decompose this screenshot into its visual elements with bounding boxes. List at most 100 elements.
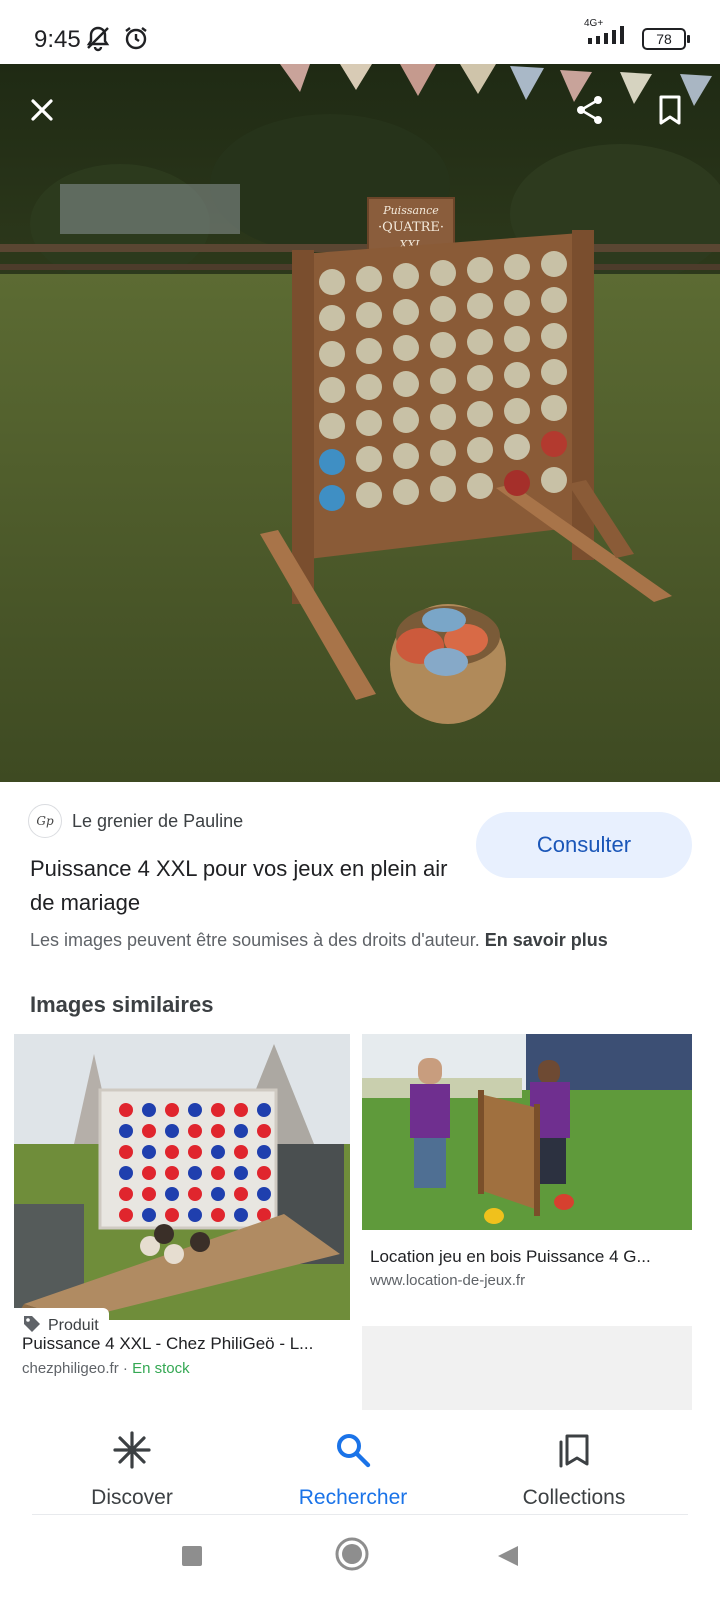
board-hole	[393, 263, 419, 289]
asterisk-icon	[112, 1430, 152, 1476]
board-hole	[467, 437, 493, 463]
board-dot	[257, 1187, 271, 1201]
board-hole	[467, 329, 493, 355]
board-dot	[142, 1187, 156, 1201]
board-hole	[356, 410, 382, 436]
board-dot	[211, 1103, 225, 1117]
board-hole	[467, 401, 493, 427]
board-dot	[211, 1187, 225, 1201]
board-dot	[188, 1145, 202, 1159]
similar-images-title: Images similaires	[30, 992, 214, 1017]
board-dot	[188, 1166, 202, 1180]
bottom-navigation: Discover Rechercher Collections	[0, 1410, 720, 1516]
board-hole	[430, 476, 456, 502]
share-button[interactable]	[566, 86, 614, 134]
board-hole	[319, 305, 345, 331]
board-dot	[165, 1145, 179, 1159]
board-hole	[430, 332, 456, 358]
board-dot	[142, 1103, 156, 1117]
board-hole	[356, 482, 382, 508]
board-dot	[234, 1145, 248, 1159]
alarm-icon	[122, 24, 150, 57]
home-button[interactable]	[334, 1536, 370, 1577]
board-hole	[393, 335, 419, 361]
nav-discover[interactable]: Discover	[32, 1430, 232, 1510]
similar-card-2-title[interactable]: Location jeu en bois Puissance 4 G...	[370, 1247, 690, 1267]
board-dot	[234, 1103, 248, 1117]
similar-image-2[interactable]	[362, 1034, 692, 1230]
source-link[interactable]: Gp Le grenier de Pauline	[28, 804, 243, 838]
board-hole	[541, 359, 567, 385]
share-icon	[574, 94, 606, 126]
board-dot	[165, 1124, 179, 1138]
search-icon	[333, 1430, 373, 1476]
board-dot	[119, 1103, 133, 1117]
nav-collections[interactable]: Collections	[474, 1430, 674, 1510]
nav-discover-label: Discover	[91, 1486, 173, 1509]
board-dot	[257, 1145, 271, 1159]
product-chip-label: Produit	[48, 1317, 99, 1334]
board-dot	[211, 1124, 225, 1138]
board-dot	[234, 1166, 248, 1180]
board-dot	[119, 1124, 133, 1138]
collections-icon	[554, 1430, 594, 1476]
board-hole	[541, 431, 567, 457]
recents-button[interactable]	[180, 1544, 204, 1573]
board-dot	[188, 1124, 202, 1138]
copyright-text: Les images peuvent être soumises à des d…	[30, 930, 485, 950]
board-dot	[142, 1208, 156, 1222]
back-button[interactable]	[496, 1544, 520, 1573]
board-hole	[430, 440, 456, 466]
board-hole	[393, 407, 419, 433]
nav-search-label: Rechercher	[298, 1486, 408, 1509]
similar-card-1-title[interactable]: Puissance 4 XXL - Chez PhiliGeö - L...	[22, 1334, 348, 1354]
board-hole	[504, 290, 530, 316]
consult-button[interactable]: Consulter	[476, 812, 692, 878]
board-hole	[430, 368, 456, 394]
board-dot	[119, 1208, 133, 1222]
board-hole	[319, 269, 345, 295]
source-name[interactable]: Le grenier de Pauline	[72, 811, 243, 832]
board-dot	[142, 1166, 156, 1180]
board-dot	[165, 1208, 179, 1222]
board-hole	[356, 266, 382, 292]
hero-image[interactable]: Puissance ·QUATRE· XXL	[0, 64, 720, 782]
nav-divider	[32, 1514, 688, 1515]
board-hole	[319, 377, 345, 403]
board-hole	[319, 449, 345, 475]
board-hole	[541, 251, 567, 277]
result-title[interactable]: Puissance 4 XXL pour vos jeux en plein a…	[30, 852, 460, 920]
board-hole	[393, 371, 419, 397]
nav-collections-label: Collections	[522, 1486, 626, 1509]
board-hole	[356, 338, 382, 364]
board-dot	[257, 1103, 271, 1117]
board-hole	[467, 473, 493, 499]
board-hole	[504, 326, 530, 352]
board-hole	[356, 374, 382, 400]
signal-icon: 4G+	[584, 18, 632, 53]
board-hole	[467, 365, 493, 391]
board-dot	[142, 1145, 156, 1159]
board-dot	[165, 1187, 179, 1201]
board-hole	[504, 254, 530, 280]
board-hole	[393, 299, 419, 325]
board-hole	[319, 341, 345, 367]
close-button[interactable]	[18, 86, 66, 134]
board-dot	[165, 1166, 179, 1180]
network-type: 4G+	[584, 18, 604, 29]
similar-image-3[interactable]	[362, 1326, 692, 1410]
similar-card-1-separator: ·	[118, 1360, 133, 1377]
battery-indicator: 78	[642, 27, 690, 50]
similar-image-1[interactable]	[14, 1034, 350, 1320]
notifications-off-icon	[84, 24, 112, 57]
board-hole	[541, 287, 567, 313]
board-dot	[165, 1103, 179, 1117]
learn-more-link[interactable]: En savoir plus	[485, 930, 608, 950]
source-logo: Gp	[28, 804, 62, 838]
board-hole	[430, 404, 456, 430]
board-dot	[211, 1166, 225, 1180]
similar-card-1-domain: chezphiligeo.fr	[22, 1360, 119, 1377]
board-hole	[504, 470, 530, 496]
nav-search[interactable]: Rechercher	[253, 1430, 453, 1510]
bookmark-button[interactable]	[646, 86, 694, 134]
